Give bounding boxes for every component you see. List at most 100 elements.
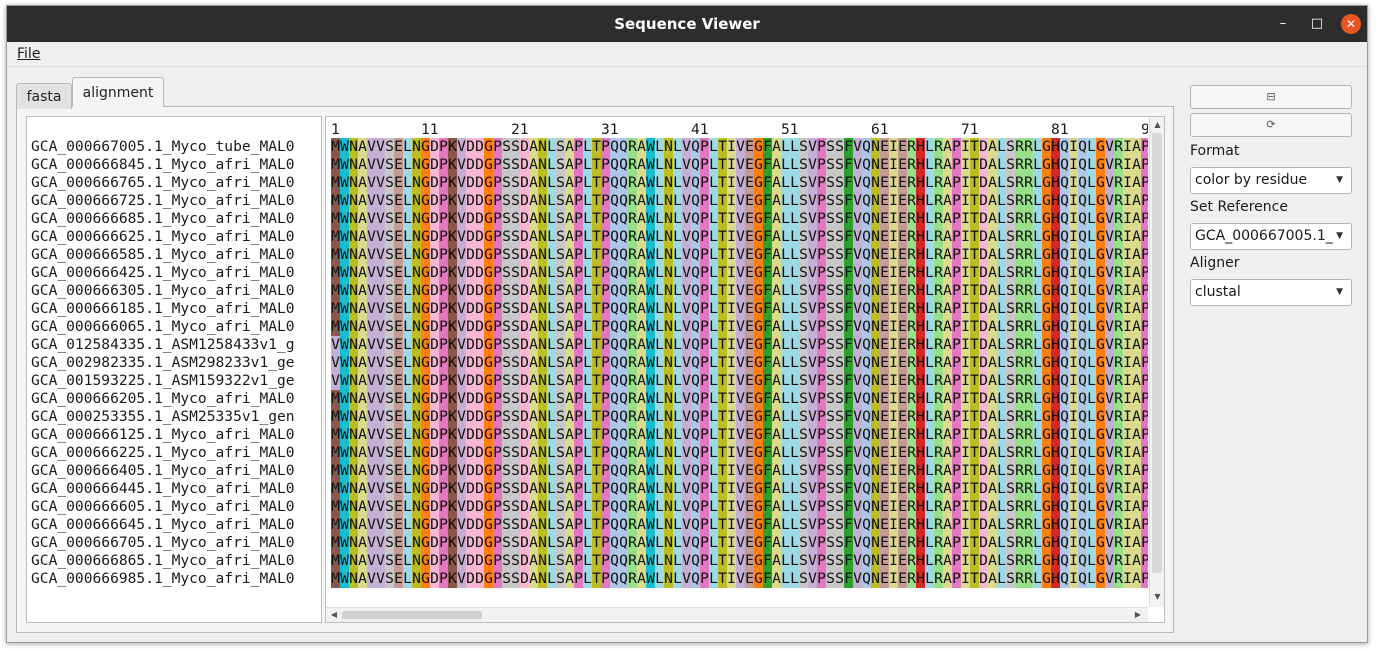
residue-cell[interactable]: Q <box>619 552 628 570</box>
residue-cell[interactable]: P <box>601 444 610 462</box>
residue-cell[interactable]: E <box>745 336 754 354</box>
residue-cell[interactable]: A <box>943 462 952 480</box>
residue-cell[interactable]: S <box>502 210 511 228</box>
residue-cell[interactable]: G <box>1096 444 1105 462</box>
residue-cell[interactable]: S <box>1006 336 1015 354</box>
residue-cell[interactable]: G <box>1042 300 1051 318</box>
residue-cell[interactable]: S <box>385 228 394 246</box>
residue-cell[interactable]: R <box>907 300 916 318</box>
residue-cell[interactable]: I <box>889 210 898 228</box>
residue-cell[interactable]: I <box>1069 282 1078 300</box>
residue-cell[interactable]: N <box>349 570 358 588</box>
residue-cell[interactable]: W <box>340 228 349 246</box>
residue-cell[interactable]: E <box>880 354 889 372</box>
residue-cell[interactable]: D <box>475 318 484 336</box>
residue-cell[interactable]: S <box>385 192 394 210</box>
residue-cell[interactable]: S <box>826 138 835 156</box>
residue-cell[interactable]: V <box>736 480 745 498</box>
residue-cell[interactable]: G <box>484 498 493 516</box>
residue-cell[interactable]: I <box>1123 426 1132 444</box>
residue-cell[interactable]: P <box>574 444 583 462</box>
residue-cell[interactable]: P <box>574 426 583 444</box>
residue-cell[interactable]: V <box>736 264 745 282</box>
residue-cell[interactable]: W <box>340 156 349 174</box>
residue-cell[interactable]: L <box>1033 192 1042 210</box>
residue-cell[interactable]: V <box>682 264 691 282</box>
residue-cell[interactable]: V <box>376 228 385 246</box>
residue-cell[interactable]: L <box>1033 516 1042 534</box>
residue-cell[interactable]: S <box>826 246 835 264</box>
residue-cell[interactable]: R <box>628 372 637 390</box>
residue-cell[interactable]: V <box>853 444 862 462</box>
residue-cell[interactable]: S <box>835 174 844 192</box>
residue-cell[interactable]: F <box>844 282 853 300</box>
residue-cell[interactable]: L <box>655 372 664 390</box>
residue-cell[interactable]: G <box>754 462 763 480</box>
residue-cell[interactable]: G <box>484 246 493 264</box>
residue-cell[interactable]: P <box>817 570 826 588</box>
residue-cell[interactable]: T <box>970 444 979 462</box>
residue-cell[interactable]: A <box>772 282 781 300</box>
residue-cell[interactable]: R <box>907 318 916 336</box>
residue-cell[interactable]: P <box>574 246 583 264</box>
residue-cell[interactable]: V <box>376 300 385 318</box>
residue-cell[interactable]: I <box>889 282 898 300</box>
residue-cell[interactable]: A <box>565 354 574 372</box>
residue-cell[interactable]: G <box>421 570 430 588</box>
residue-cell[interactable]: V <box>682 246 691 264</box>
residue-cell[interactable]: L <box>1033 282 1042 300</box>
residue-cell[interactable]: R <box>907 282 916 300</box>
residue-cell[interactable]: D <box>475 570 484 588</box>
residue-cell[interactable]: E <box>745 264 754 282</box>
residue-cell[interactable]: V <box>808 318 817 336</box>
residue-cell[interactable]: Q <box>1060 246 1069 264</box>
residue-cell[interactable]: K <box>448 246 457 264</box>
residue-cell[interactable]: G <box>1042 516 1051 534</box>
residue-cell[interactable]: P <box>1141 534 1148 552</box>
residue-cell[interactable]: S <box>502 156 511 174</box>
residue-cell[interactable]: L <box>997 534 1006 552</box>
residue-cell[interactable]: V <box>682 210 691 228</box>
residue-cell[interactable]: G <box>1096 516 1105 534</box>
residue-cell[interactable]: P <box>574 192 583 210</box>
residue-cell[interactable]: G <box>1042 174 1051 192</box>
residue-cell[interactable]: S <box>835 156 844 174</box>
residue-cell[interactable]: L <box>403 300 412 318</box>
residue-cell[interactable]: S <box>835 534 844 552</box>
residue-cell[interactable]: G <box>1096 174 1105 192</box>
residue-cell[interactable]: L <box>403 174 412 192</box>
residue-cell[interactable]: L <box>583 570 592 588</box>
residue-cell[interactable]: N <box>871 552 880 570</box>
residue-cell[interactable]: G <box>421 138 430 156</box>
residue-cell[interactable]: P <box>952 552 961 570</box>
residue-cell[interactable]: G <box>1042 552 1051 570</box>
sequence-name-row[interactable]: GCA_000667005.1_Myco_tube_MAL0 <box>31 138 295 156</box>
residue-cell[interactable]: N <box>349 534 358 552</box>
sequence-name-row[interactable]: GCA_000666645.1_Myco_afri_MAL0 <box>31 516 295 534</box>
residue-cell[interactable]: A <box>1132 372 1141 390</box>
residue-cell[interactable]: L <box>583 264 592 282</box>
residue-cell[interactable]: T <box>592 228 601 246</box>
residue-cell[interactable]: S <box>511 210 520 228</box>
residue-cell[interactable]: N <box>871 228 880 246</box>
residue-cell[interactable]: M <box>331 390 340 408</box>
residue-cell[interactable]: D <box>430 156 439 174</box>
residue-cell[interactable]: S <box>799 372 808 390</box>
residue-cell[interactable]: S <box>511 498 520 516</box>
residue-cell[interactable]: L <box>781 282 790 300</box>
residue-cell[interactable]: D <box>466 462 475 480</box>
residue-cell[interactable]: S <box>511 480 520 498</box>
residue-cell[interactable]: T <box>718 246 727 264</box>
residue-cell[interactable]: V <box>808 426 817 444</box>
residue-cell[interactable]: N <box>412 480 421 498</box>
residue-cell[interactable]: L <box>403 390 412 408</box>
residue-cell[interactable]: R <box>1024 516 1033 534</box>
residue-cell[interactable]: N <box>871 426 880 444</box>
residue-cell[interactable]: G <box>484 408 493 426</box>
residue-cell[interactable]: H <box>1051 300 1060 318</box>
residue-cell[interactable]: S <box>826 390 835 408</box>
residue-cell[interactable]: S <box>385 480 394 498</box>
residue-cell[interactable]: V <box>457 318 466 336</box>
residue-cell[interactable]: L <box>925 336 934 354</box>
residue-cell[interactable]: L <box>790 444 799 462</box>
